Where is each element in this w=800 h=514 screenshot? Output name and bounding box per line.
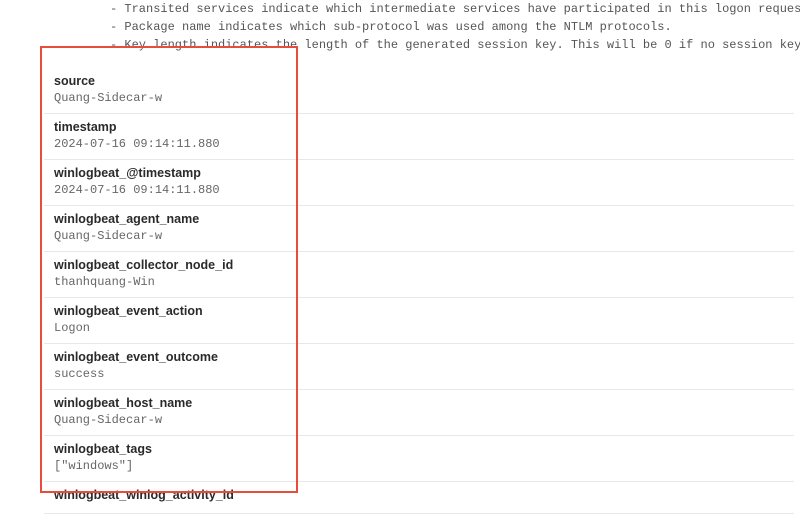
log-description-line: - Package name indicates which sub-proto… [0,18,800,36]
field-value: Quang-Sidecar-w [54,229,784,243]
field-value: success [54,367,784,381]
field-label: winlogbeat_host_name [54,396,784,410]
field-value: Quang-Sidecar-w [54,413,784,427]
field-label: winlogbeat_collector_node_id [54,258,784,272]
field-label: timestamp [54,120,784,134]
field-row: winlogbeat_winlog_activity_id [44,482,794,514]
field-value: Logon [54,321,784,335]
field-label: winlogbeat_event_action [54,304,784,318]
field-row: winlogbeat_collector_node_id thanhquang-… [44,252,794,298]
field-value: thanhquang-Win [54,275,784,289]
field-row: timestamp 2024-07-16 09:14:11.880 [44,114,794,160]
field-row: winlogbeat_@timestamp 2024-07-16 09:14:1… [44,160,794,206]
field-label: winlogbeat_event_outcome [54,350,784,364]
field-value: ["windows"] [54,459,784,473]
field-row: winlogbeat_event_outcome success [44,344,794,390]
field-row: winlogbeat_agent_name Quang-Sidecar-w [44,206,794,252]
field-row: winlogbeat_event_action Logon [44,298,794,344]
log-description-line: - Transited services indicate which inte… [0,0,800,18]
field-row: winlogbeat_host_name Quang-Sidecar-w [44,390,794,436]
field-value: Quang-Sidecar-w [54,91,784,105]
field-row: source Quang-Sidecar-w [44,68,794,114]
field-value: 2024-07-16 09:14:11.880 [54,183,784,197]
log-description-line: - Key length indicates the length of the… [0,36,800,54]
field-label: source [54,74,784,88]
field-label: winlogbeat_tags [54,442,784,456]
field-value: 2024-07-16 09:14:11.880 [54,137,784,151]
field-label: winlogbeat_@timestamp [54,166,784,180]
field-label: winlogbeat_agent_name [54,212,784,226]
field-row: winlogbeat_tags ["windows"] [44,436,794,482]
field-list: source Quang-Sidecar-w timestamp 2024-07… [44,68,794,514]
